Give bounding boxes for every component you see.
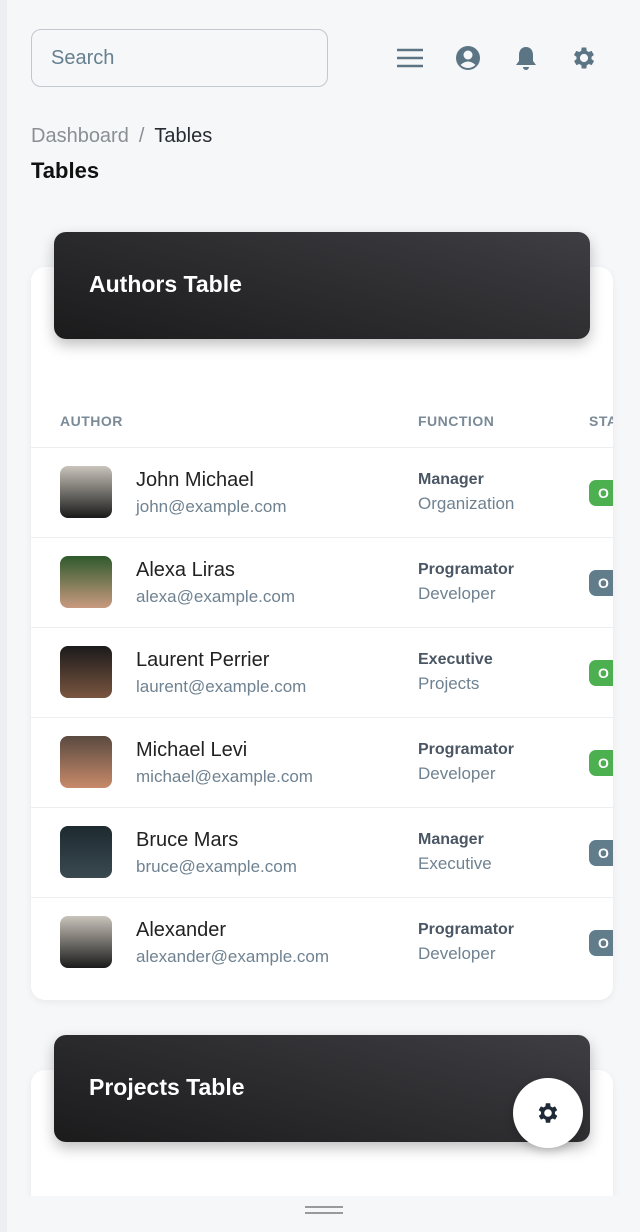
- author-function: Programator: [418, 741, 515, 758]
- author-department: Projects: [418, 674, 480, 693]
- avatar: [60, 916, 112, 968]
- author-function: Manager: [418, 831, 484, 848]
- author-function: Executive: [418, 651, 493, 668]
- author-function: Programator: [418, 921, 515, 938]
- author-email: alexa@example.com: [136, 587, 295, 606]
- author-name: John Michael: [136, 469, 254, 491]
- search-input[interactable]: [31, 29, 328, 87]
- avatar: [60, 466, 112, 518]
- author-name: Bruce Mars: [136, 829, 239, 851]
- column-header-author: AUTHOR: [60, 413, 123, 429]
- projects-table-header: Projects Table: [54, 1035, 590, 1142]
- status-badge: O: [589, 750, 613, 776]
- table-row: Michael Levi michael@example.com Program…: [31, 717, 613, 807]
- author-email: bruce@example.com: [136, 857, 297, 876]
- author-function: Manager: [418, 471, 484, 488]
- author-department: Developer: [418, 944, 496, 963]
- page-title: Tables: [31, 158, 100, 183]
- notifications-icon[interactable]: [512, 44, 540, 72]
- menu-icon[interactable]: [396, 44, 424, 72]
- status-badge: O: [589, 840, 613, 866]
- table-row: Bruce Mars bruce@example.com Manager Exe…: [31, 807, 613, 897]
- author-email: laurent@example.com: [136, 677, 307, 696]
- author-email: michael@example.com: [136, 767, 313, 786]
- avatar: [60, 646, 112, 698]
- author-name: Alexander: [136, 919, 227, 941]
- author-email: john@example.com: [136, 497, 287, 516]
- main-content: Dashboard / Tables Tables AUTHOR FUNCTION …: [7, 0, 640, 1232]
- status-badge: O: [589, 570, 613, 596]
- author-function: Programator: [418, 561, 515, 578]
- column-header-status: STA: [589, 413, 613, 429]
- avatar: [60, 826, 112, 878]
- author-name: Alexa Liras: [136, 559, 235, 581]
- drag-handle-icon[interactable]: [305, 1205, 343, 1215]
- breadcrumb-dashboard[interactable]: Dashboard: [31, 125, 129, 147]
- author-email: alexander@example.com: [136, 947, 330, 966]
- table-row: John Michael john@example.com Manager Or…: [31, 447, 613, 537]
- table-row: Alexa Liras alexa@example.com Programato…: [31, 537, 613, 627]
- settings-icon: [538, 1103, 558, 1123]
- breadcrumb-separator: /: [138, 125, 145, 147]
- author-department: Executive: [418, 854, 492, 873]
- account-icon[interactable]: [454, 44, 482, 72]
- author-name: Laurent Perrier: [136, 649, 270, 671]
- author-name: Michael Levi: [136, 739, 248, 761]
- avatar: [60, 556, 112, 608]
- author-department: Developer: [418, 764, 496, 783]
- breadcrumb: Dashboard / Tables: [31, 125, 212, 148]
- table-row: Laurent Perrier laurent@example.com Exec…: [31, 627, 613, 717]
- avatar: [60, 736, 112, 788]
- authors-table-card: AUTHOR FUNCTION STA John Michael john@ex…: [31, 267, 613, 1000]
- column-header-function: FUNCTION: [418, 413, 495, 429]
- bottom-bar: [7, 1196, 640, 1226]
- settings-fab-button[interactable]: [513, 1078, 583, 1148]
- breadcrumb-current: Tables: [154, 125, 213, 147]
- status-badge: O: [589, 660, 613, 686]
- table-row: Alexander alexander@example.com Programa…: [31, 897, 613, 987]
- status-badge: O: [589, 480, 613, 506]
- status-badge: O: [589, 930, 613, 956]
- settings-icon[interactable]: [570, 44, 598, 72]
- author-department: Developer: [418, 584, 496, 603]
- authors-table-header: Authors Table: [54, 232, 590, 339]
- author-department: Organization: [418, 494, 515, 513]
